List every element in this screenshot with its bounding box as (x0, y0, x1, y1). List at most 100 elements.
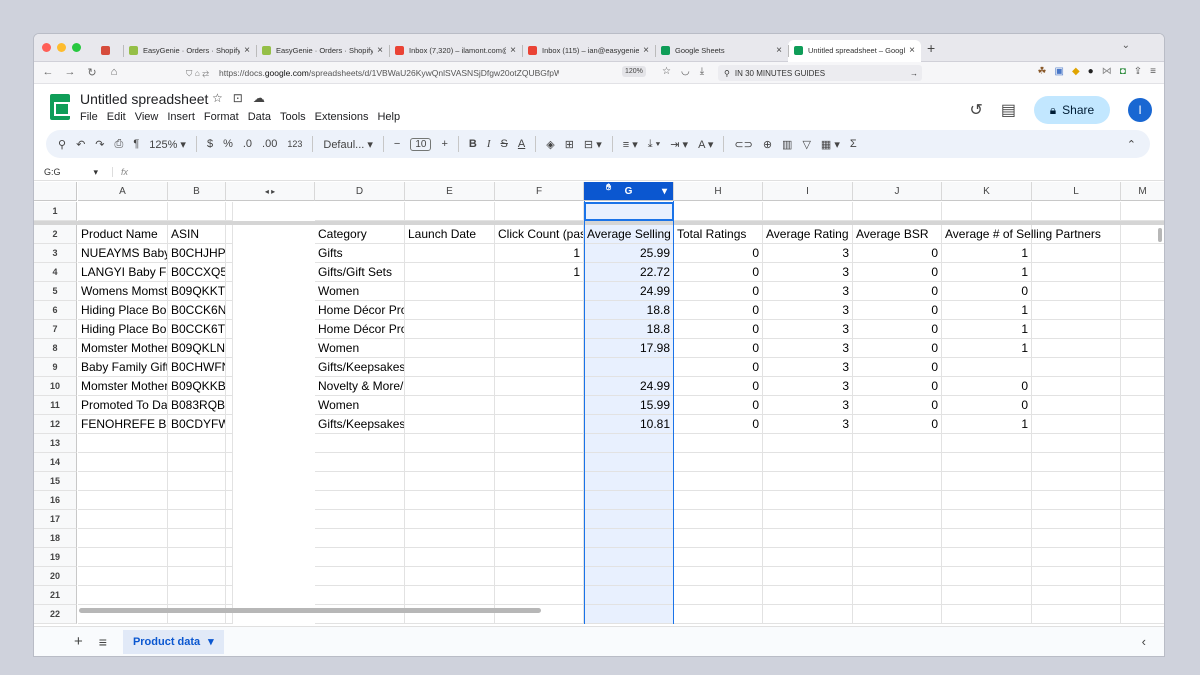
grid-cell[interactable] (495, 320, 584, 339)
zoom-window-button[interactable] (72, 43, 81, 52)
collapse-toolbar-chevron-icon[interactable]: ⌃ (1127, 138, 1136, 151)
header-cell[interactable]: ASIN (168, 225, 226, 244)
column-header-b[interactable]: B (168, 182, 226, 201)
grid-cell[interactable] (1032, 548, 1121, 567)
row-header[interactable]: 13 (34, 434, 77, 453)
url-field[interactable]: ⛉ ⌂ ⇄ https://docs. google.com/spreadshee… (186, 65, 656, 81)
grid-cell[interactable] (315, 548, 405, 567)
grid-cell[interactable]: 0 (853, 377, 942, 396)
vertical-align-icon[interactable]: ⤓ ▾ (648, 138, 661, 151)
close-tab-icon[interactable]: × (776, 45, 782, 56)
grid-cell[interactable] (942, 605, 1032, 624)
grid-cell[interactable]: B09QKLN (168, 339, 226, 358)
grid-cell[interactable] (1121, 244, 1164, 263)
new-tab-button[interactable]: + (927, 40, 935, 56)
grid-cell[interactable] (584, 358, 674, 377)
download-icon[interactable]: ⤓ (700, 66, 704, 77)
text-wrapping-icon[interactable]: ⇥ ▾ (670, 138, 688, 151)
close-tab-icon[interactable]: × (643, 45, 649, 56)
grid-cell[interactable]: 3 (763, 415, 853, 434)
grid-cell[interactable] (584, 567, 674, 586)
grid-cell[interactable] (78, 529, 168, 548)
grid-cell[interactable]: 0 (674, 244, 763, 263)
grid-cell[interactable] (168, 510, 226, 529)
grid-cell[interactable] (942, 586, 1032, 605)
grid-cell[interactable]: 10.81 (584, 415, 674, 434)
grid-cell[interactable]: 1 (942, 301, 1032, 320)
grid-cell[interactable]: 0 (853, 244, 942, 263)
grid-cell[interactable] (942, 358, 1032, 377)
grid-cell[interactable]: 3 (763, 244, 853, 263)
filter-icon[interactable]: ▽ (802, 138, 810, 151)
grid-cell[interactable]: Novelty & More/C (315, 377, 405, 396)
grid-cell[interactable]: 0 (674, 301, 763, 320)
grid-cell[interactable] (315, 567, 405, 586)
grid-cell[interactable] (1032, 605, 1121, 624)
header-cell[interactable]: Average # of Selling Partners (942, 225, 1101, 244)
grid-cell[interactable] (168, 491, 226, 510)
grid-cell[interactable] (763, 472, 853, 491)
horizontal-align-icon[interactable]: ≡ ▾ (623, 138, 638, 151)
grid-cell[interactable] (226, 339, 233, 358)
grid-cell[interactable]: 18.8 (584, 301, 674, 320)
grid-cell[interactable] (763, 586, 853, 605)
grid-cell[interactable] (1032, 472, 1121, 491)
grid-cell[interactable] (674, 491, 763, 510)
grid-cell[interactable] (78, 586, 168, 605)
grid-cell[interactable]: 0 (674, 415, 763, 434)
grid-cell[interactable] (168, 567, 226, 586)
grid-cell[interactable] (226, 396, 233, 415)
grid-cell[interactable] (78, 567, 168, 586)
grid-cell[interactable] (674, 548, 763, 567)
grid-cell[interactable] (853, 491, 942, 510)
column-header-g[interactable]: G ▾ ✋︎ (584, 182, 674, 201)
grid-cell[interactable] (226, 586, 233, 605)
header-cell[interactable]: Category (315, 225, 405, 244)
row-header[interactable]: 11 (34, 396, 77, 415)
grid-cell[interactable] (405, 434, 495, 453)
grid-cell[interactable] (78, 472, 168, 491)
insert-link-icon[interactable]: ⊂⊃ (734, 138, 752, 151)
grid-cell[interactable] (1121, 453, 1164, 472)
grid-cell[interactable] (495, 586, 584, 605)
grid-cell[interactable] (1032, 567, 1121, 586)
grid-cell[interactable]: 1 (942, 339, 1032, 358)
row-header[interactable]: 4 (34, 263, 77, 282)
grid-cell[interactable] (226, 377, 233, 396)
grid-cell[interactable] (405, 548, 495, 567)
percent-format-button[interactable]: % (223, 138, 233, 150)
bold-icon[interactable]: B (469, 138, 477, 150)
menu-extensions[interactable]: Extensions (315, 111, 369, 123)
grid-cell[interactable]: 22.72 (584, 263, 674, 282)
bookmark-star-icon[interactable]: ☆ (662, 66, 671, 77)
grid-cell[interactable] (1032, 244, 1121, 263)
grid-cell[interactable] (405, 263, 495, 282)
row-header[interactable]: 9 (34, 358, 77, 377)
menu-icon[interactable]: ≡ (1150, 66, 1156, 77)
grid-cell[interactable] (405, 472, 495, 491)
grid-cell[interactable] (405, 529, 495, 548)
grid-cell[interactable] (763, 510, 853, 529)
row-header[interactable]: 18 (34, 529, 77, 548)
grid-cell[interactable]: 0 (942, 396, 1032, 415)
search-field[interactable]: ⚲ IN 30 MINUTES GUIDES → (718, 65, 922, 81)
horizontal-scrollbar[interactable] (79, 608, 541, 613)
browser-tab[interactable]: Inbox (7,320) – ilamont.com@gm × (389, 40, 522, 62)
tab-list-chevron-icon[interactable]: ⌄ (1122, 40, 1130, 51)
grid-cell[interactable] (315, 472, 405, 491)
grid-cell[interactable]: 0 (853, 339, 942, 358)
grid-cell[interactable] (1032, 339, 1121, 358)
grid-cell[interactable]: 1 (942, 263, 1032, 282)
grid-cell[interactable] (1032, 377, 1121, 396)
grid-cell[interactable] (1121, 491, 1164, 510)
grid-cell[interactable] (1121, 339, 1164, 358)
grid-cell[interactable] (405, 510, 495, 529)
grid-cell[interactable] (405, 567, 495, 586)
grid-cell[interactable] (1032, 282, 1121, 301)
grid-cell[interactable]: NUEAYMS Baby (78, 244, 168, 263)
grid-cell[interactable] (78, 202, 168, 221)
grid-cell[interactable] (315, 453, 405, 472)
row-header[interactable]: 15 (34, 472, 77, 491)
grid-cell[interactable]: 0 (942, 377, 1032, 396)
grid-cell[interactable] (853, 548, 942, 567)
